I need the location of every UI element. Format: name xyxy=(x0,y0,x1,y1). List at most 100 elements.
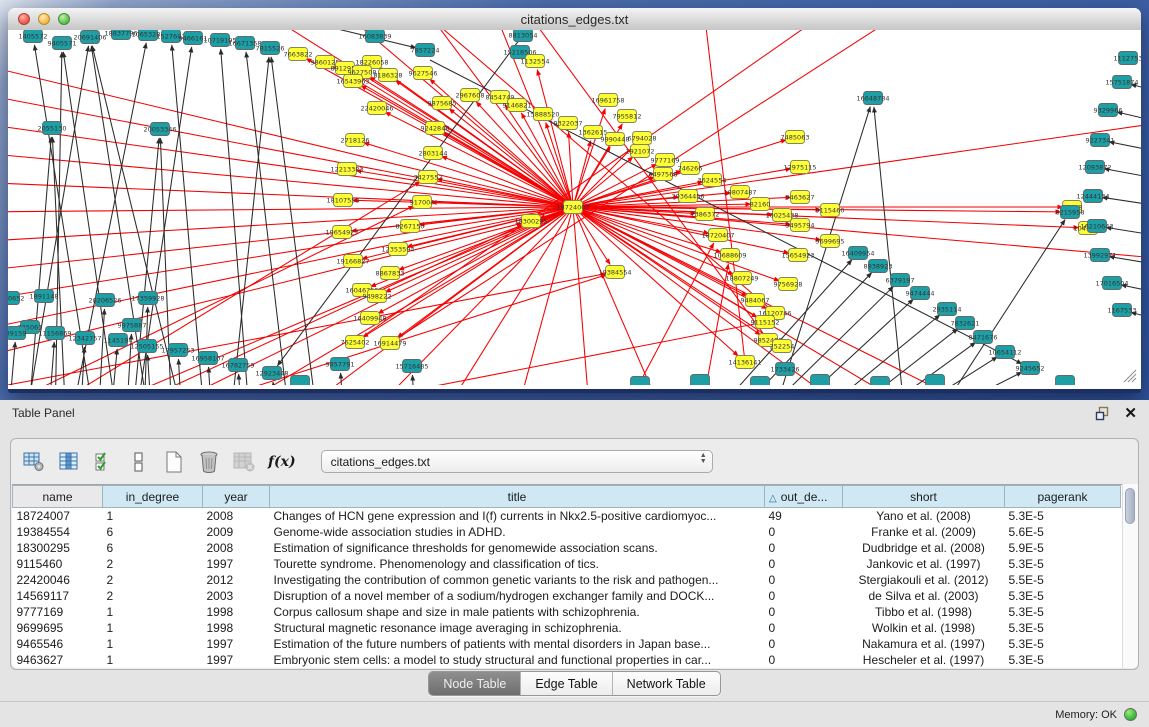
graph-edge[interactable] xyxy=(260,322,765,385)
graph-node[interactable]: 9245652 xyxy=(1016,362,1045,375)
network-canvas[interactable]: 1405572940557120691406188377961065328715… xyxy=(8,30,1141,389)
graph-node[interactable]: 9777169 xyxy=(651,154,680,167)
zoom-window-icon[interactable] xyxy=(58,13,70,25)
minimize-window-icon[interactable] xyxy=(38,13,50,25)
delete-column-icon[interactable] xyxy=(196,449,222,475)
graph-node[interactable]: 1733426 xyxy=(771,363,800,376)
table-row[interactable]: 977716911998Corpus callosum shape and si… xyxy=(13,604,1121,620)
graph-edge[interactable] xyxy=(239,374,242,385)
graph-node[interactable]: 9875685 xyxy=(428,97,457,110)
graph-node[interactable]: 20206526 xyxy=(88,294,121,307)
delete-table-icon[interactable] xyxy=(231,449,257,475)
graph-edge[interactable] xyxy=(178,359,182,385)
graph-node[interactable]: 9329966 xyxy=(1094,104,1123,117)
graph-node[interactable]: 16782759 xyxy=(221,359,254,372)
graph-edge[interactable] xyxy=(98,309,104,385)
graph-node[interactable]: 16648784 xyxy=(856,92,889,105)
tab-node-table[interactable]: Node Table xyxy=(429,672,520,695)
canvas-resize-grip[interactable] xyxy=(1124,370,1136,382)
graph-node[interactable]: 2803144 xyxy=(419,147,448,160)
graph-edge[interactable] xyxy=(221,49,250,385)
graph-node[interactable]: 7955812 xyxy=(613,110,642,123)
graph-node[interactable] xyxy=(811,375,830,386)
table-scrollbar-thumb[interactable] xyxy=(1125,488,1135,524)
graph-edge[interactable] xyxy=(8,342,15,385)
graph-edge[interactable] xyxy=(230,57,269,385)
graph-node[interactable]: 2935114 xyxy=(933,303,962,316)
graph-node[interactable]: 17016504 xyxy=(1095,277,1128,290)
graph-node[interactable]: 6794028 xyxy=(628,132,657,145)
graph-node[interactable]: 16958107 xyxy=(191,352,224,365)
graph-node[interactable]: 39159 xyxy=(8,327,26,340)
graph-node[interactable]: 917004 xyxy=(410,196,435,209)
graph-node[interactable]: 19166827 xyxy=(336,255,369,268)
graph-node[interactable]: 15751874 xyxy=(1105,76,1138,89)
graph-node[interactable]: 252254 xyxy=(770,340,795,353)
graph-edge[interactable] xyxy=(380,30,775,313)
graph-node[interactable]: 7625402 xyxy=(341,336,370,349)
graph-node[interactable]: 12444134 xyxy=(1076,190,1109,203)
graph-edge[interactable] xyxy=(365,207,573,385)
graph-node[interactable]: 8938923 xyxy=(864,260,893,273)
graph-node[interactable]: 9405571 xyxy=(48,37,77,50)
column-header-out_de[interactable]: △out_de... xyxy=(765,486,843,508)
graph-node[interactable]: 1405572 xyxy=(19,30,48,43)
graph-node[interactable]: 9627546 xyxy=(409,67,438,80)
graph-edge[interactable] xyxy=(209,367,212,385)
graph-edge[interactable] xyxy=(48,342,54,385)
graph-node[interactable]: 16409948 xyxy=(353,312,386,325)
graph-edge[interactable] xyxy=(537,70,573,207)
graph-node[interactable] xyxy=(751,377,770,386)
show-columns-icon[interactable] xyxy=(56,449,82,475)
graph-node[interactable]: 9495794 xyxy=(786,219,815,232)
table-scrollbar[interactable] xyxy=(1122,484,1138,668)
graph-edge[interactable] xyxy=(28,137,51,385)
table-row[interactable]: 1830029562008Estimation of significance … xyxy=(13,540,1121,556)
graph-node[interactable]: 12505155 xyxy=(130,340,163,353)
graph-node[interactable]: 9498222 xyxy=(363,290,392,303)
table-row[interactable]: 946362711997Embryonic stem cells: a mode… xyxy=(13,652,1121,668)
graph-node[interactable]: 9115152 xyxy=(751,316,780,329)
graph-node[interactable]: 82160 xyxy=(750,198,771,211)
graph-node[interactable]: 7815526 xyxy=(256,42,285,55)
graph-edge[interactable] xyxy=(148,355,152,385)
table-row[interactable]: 1456911722003Disruption of a novel membe… xyxy=(13,588,1121,604)
row-height-icon[interactable] xyxy=(126,449,152,475)
table-row[interactable]: 2242004622012Investigating the contribut… xyxy=(13,572,1121,588)
graph-node[interactable]: 9990448 xyxy=(601,133,630,146)
column-header-year[interactable]: year xyxy=(203,486,270,508)
graph-node[interactable]: 12353594 xyxy=(381,243,414,256)
close-window-icon[interactable] xyxy=(18,13,30,25)
column-header-title[interactable]: title xyxy=(270,486,765,508)
graph-node[interactable]: 9975887 xyxy=(118,319,147,332)
new-column-icon[interactable] xyxy=(161,449,187,475)
float-panel-icon[interactable] xyxy=(1095,406,1110,421)
graph-node[interactable]: 18720407 xyxy=(701,229,734,242)
table-row[interactable]: 911546021997Tourette syndrome. Phenomeno… xyxy=(13,556,1121,572)
graph-node[interactable] xyxy=(291,376,310,386)
graph-edge[interactable] xyxy=(8,274,606,385)
table-row[interactable]: 1872400712008Changes of HCN gene express… xyxy=(13,508,1121,525)
graph-node[interactable]: 2718126 xyxy=(341,134,370,147)
graph-node[interactable] xyxy=(631,377,650,386)
graph-node[interactable]: 10807487 xyxy=(723,186,756,199)
graph-node[interactable] xyxy=(926,375,945,386)
graph-node[interactable]: 9115460 xyxy=(816,204,845,217)
column-header-in_degree[interactable]: in_degree xyxy=(103,486,203,508)
graph-node[interactable]: 7485063 xyxy=(781,131,810,144)
table-row[interactable]: 1938455462009Genome-wide association stu… xyxy=(13,524,1121,540)
column-header-pagerank[interactable]: pagerank xyxy=(1005,486,1121,508)
graph-node[interactable] xyxy=(1056,376,1075,386)
graph-node[interactable]: 7832621 xyxy=(951,317,980,330)
graph-edge[interactable] xyxy=(573,141,591,207)
graph-node[interactable]: 9699695 xyxy=(816,235,845,248)
graph-node[interactable]: 12975115 xyxy=(783,161,816,174)
tab-network-table[interactable]: Network Table xyxy=(612,672,720,695)
graph-node[interactable]: 11156869 xyxy=(38,327,71,340)
graph-node[interactable]: 7857224 xyxy=(411,44,440,57)
graph-node[interactable]: 16961758 xyxy=(591,94,624,107)
close-panel-icon[interactable]: ✕ xyxy=(1124,406,1137,421)
graph-node[interactable]: 15716485 xyxy=(395,360,428,373)
graph-edge[interactable] xyxy=(100,225,523,385)
graph-node[interactable]: 18107554 xyxy=(326,194,359,207)
